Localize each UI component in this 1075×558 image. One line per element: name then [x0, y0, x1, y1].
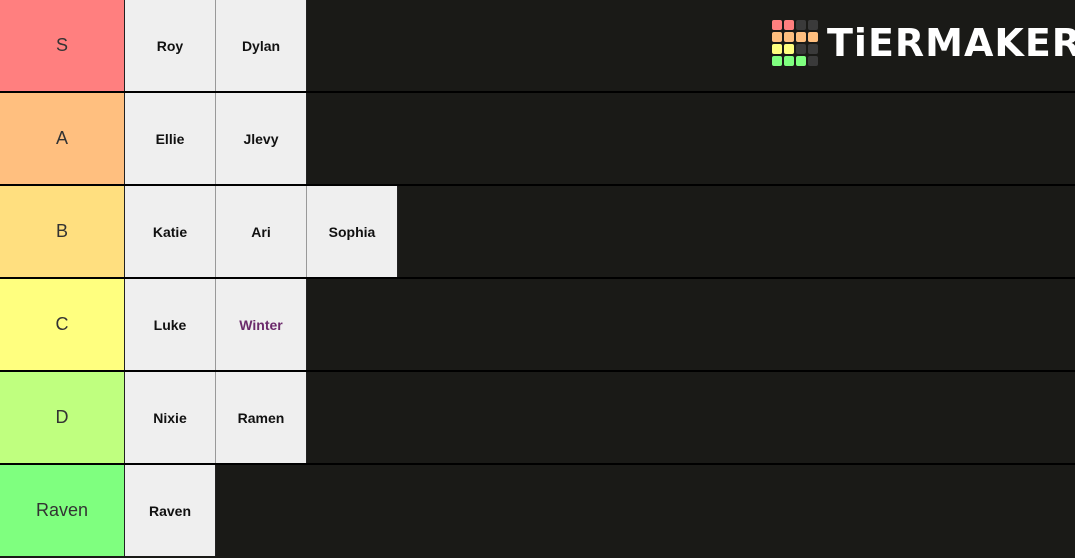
tier-items: Katie Ari Sophia — [125, 186, 398, 277]
tier-item[interactable]: Katie — [125, 186, 216, 277]
logo-grid-cell — [796, 44, 806, 54]
tier-row: Raven Raven — [0, 463, 1075, 556]
tier-items: Raven — [125, 465, 216, 556]
tier-item[interactable]: Luke — [125, 279, 216, 370]
logo-text: TiERMAKER — [827, 21, 1075, 65]
logo-grid-cell — [796, 56, 806, 66]
tier-items: Roy Dylan — [125, 0, 307, 91]
tier-item[interactable]: Jlevy — [216, 93, 307, 184]
tier-item[interactable]: Ellie — [125, 93, 216, 184]
logo-grid-cell — [772, 20, 782, 30]
tier-item[interactable]: Nixie — [125, 372, 216, 463]
tier-label[interactable]: D — [0, 372, 125, 463]
tier-list-board: S Roy Dylan A Ellie Jlevy B Katie Ari Sophia C Luke… — [0, 0, 1075, 558]
tier-row: D Nixie Ramen — [0, 370, 1075, 463]
tier-item[interactable]: Dylan — [216, 0, 307, 91]
tier-items: Ellie Jlevy — [125, 93, 307, 184]
tier-item[interactable]: Roy — [125, 0, 216, 91]
tier-items: Luke Winter — [125, 279, 307, 370]
logo-grid-cell — [808, 20, 818, 30]
tier-items: Nixie Ramen — [125, 372, 307, 463]
tier-label[interactable]: Raven — [0, 465, 125, 556]
tier-item[interactable]: Ramen — [216, 372, 307, 463]
tier-label[interactable]: B — [0, 186, 125, 277]
logo-grid-cell — [808, 32, 818, 42]
tier-label[interactable]: C — [0, 279, 125, 370]
logo-grid-cell — [808, 56, 818, 66]
logo-grid-cell — [808, 44, 818, 54]
logo-grid-cell — [784, 32, 794, 42]
tier-item[interactable]: Winter — [216, 279, 307, 370]
logo-grid-cell — [796, 32, 806, 42]
tier-row: C Luke Winter — [0, 277, 1075, 370]
tier-item[interactable]: Raven — [125, 465, 216, 556]
tier-label[interactable]: S — [0, 0, 125, 91]
logo-grid-cell — [796, 20, 806, 30]
logo-grid-cell — [784, 44, 794, 54]
logo-grid-cell — [772, 32, 782, 42]
tier-item[interactable]: Ari — [216, 186, 307, 277]
tier-item[interactable]: Sophia — [307, 186, 398, 277]
tier-row: B Katie Ari Sophia — [0, 184, 1075, 277]
tier-row: A Ellie Jlevy — [0, 91, 1075, 184]
logo-grid-cell — [784, 20, 794, 30]
logo-grid-cell — [772, 56, 782, 66]
tier-label[interactable]: A — [0, 93, 125, 184]
tiermaker-logo: TiERMAKER — [772, 20, 1075, 66]
tiermaker-grid-icon — [772, 20, 818, 66]
logo-grid-cell — [784, 56, 794, 66]
logo-grid-cell — [772, 44, 782, 54]
